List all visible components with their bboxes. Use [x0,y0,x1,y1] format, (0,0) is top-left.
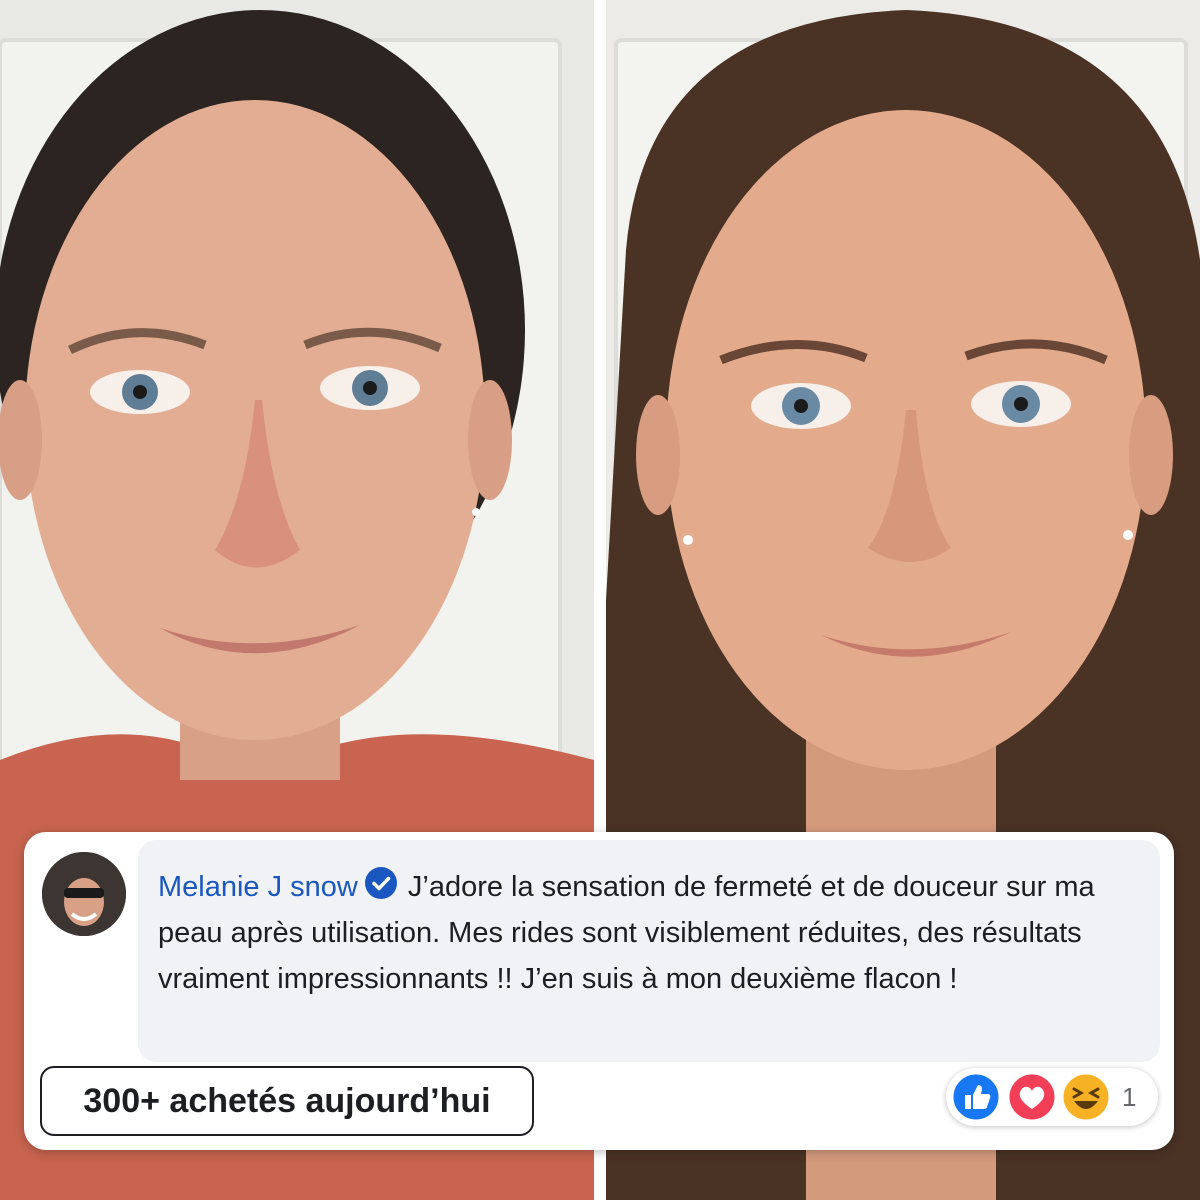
haha-icon [1060,1071,1112,1123]
comment-card: Melanie J snow J’adore la sensation de fe… [24,832,1174,1150]
like-icon [950,1071,1002,1123]
comment-bubble: Melanie J snow J’adore la sensation de fe… [138,840,1160,1062]
love-icon [1006,1071,1058,1123]
comment-text-block: Melanie J snow J’adore la sensation de fe… [158,864,1148,1002]
reaction-count: 1 [1122,1082,1137,1112]
verified-badge-icon [364,866,398,900]
purchase-count-badge: 300+ achetés aujourd’hui [40,1066,534,1136]
reactions-summary[interactable]: 1 [946,1068,1158,1126]
purchase-count-label: 300+ achetés aujourd’hui [83,1081,491,1120]
comment-author[interactable]: Melanie J snow [158,871,358,903]
avatar[interactable] [42,852,126,936]
